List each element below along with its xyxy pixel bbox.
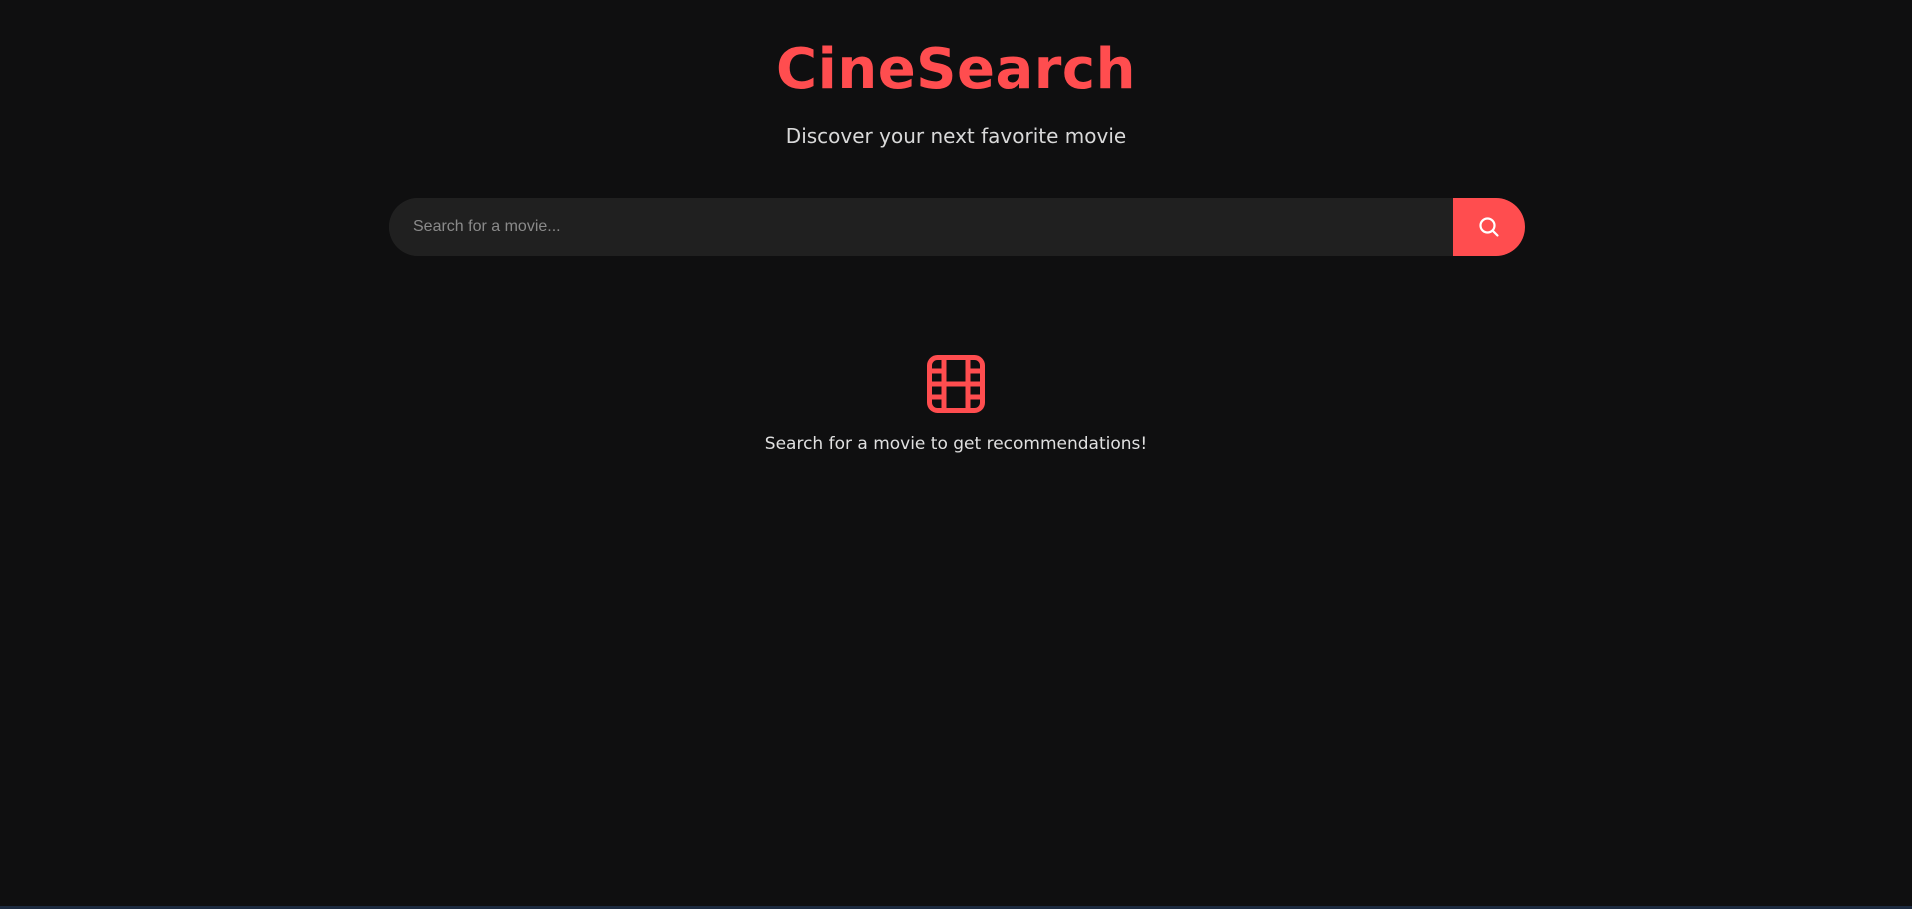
app-title: CineSearch (776, 37, 1136, 102)
search-input[interactable] (389, 198, 1453, 256)
empty-state: Search for a movie to get recommendation… (0, 354, 1912, 456)
film-icon (927, 355, 985, 413)
search-bar (389, 198, 1525, 256)
search-icon (1479, 217, 1499, 237)
app-page: CineSearch Discover your next favorite m… (0, 0, 1912, 909)
app-subtitle: Discover your next favorite movie (785, 124, 1127, 148)
search-button[interactable] (1453, 198, 1525, 256)
header: CineSearch Discover your next favorite m… (0, 32, 1912, 150)
empty-state-message: Search for a movie to get recommendation… (764, 434, 1148, 454)
